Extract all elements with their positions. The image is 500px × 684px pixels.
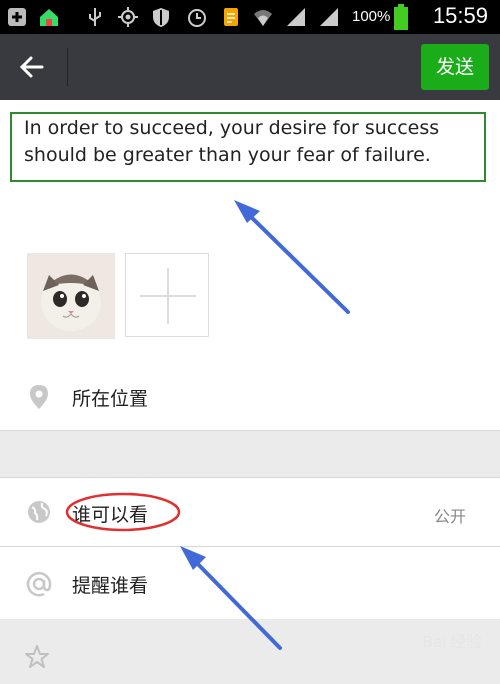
- send-button[interactable]: 发送: [421, 44, 489, 90]
- location-pin-icon: [30, 385, 48, 409]
- visibility-value: 公开: [433, 507, 466, 526]
- signal-icon: [287, 8, 305, 26]
- globe-icon: [28, 501, 50, 523]
- toolbar-divider: [67, 48, 68, 86]
- kitten-image: [27, 253, 115, 339]
- usb-icon: [89, 8, 101, 26]
- battery-percent: 100%: [352, 8, 391, 25]
- house-icon: [40, 9, 58, 26]
- remind-label: 提醒谁看: [72, 575, 149, 597]
- section-gap: [0, 431, 500, 477]
- remind-row[interactable]: 提醒谁看: [0, 547, 500, 619]
- alarm-icon: [188, 9, 206, 27]
- compose-text-input[interactable]: In order to succeed, your desire for suc…: [10, 112, 486, 182]
- watermark: Bai 经验: [422, 634, 482, 651]
- file-icon: [224, 8, 238, 26]
- arrow-left-icon[interactable]: [14, 50, 54, 84]
- shield-icon: [153, 8, 169, 27]
- battery-icon: [394, 4, 408, 30]
- add-photo-button[interactable]: [125, 253, 209, 337]
- kitten-photo-thumbnail[interactable]: [27, 253, 115, 339]
- visibility-label: 谁可以看: [72, 504, 149, 526]
- signal-icon-2: [320, 8, 338, 26]
- clock: 15:59: [432, 3, 488, 28]
- blue-arrow-1: [244, 210, 350, 314]
- star-icon[interactable]: [24, 644, 50, 670]
- location-row[interactable]: 所在位置: [0, 364, 500, 430]
- plus-box-icon: [8, 8, 26, 26]
- visibility-row[interactable]: 谁可以看 公开: [0, 478, 500, 546]
- app-bar: 发送: [0, 34, 500, 100]
- gps-icon: [118, 7, 138, 27]
- status-bar: 100% 15:59: [0, 0, 500, 34]
- at-sign-icon: [26, 571, 52, 597]
- wifi-icon: [254, 10, 272, 26]
- blue-arrow-1-head: [234, 200, 260, 223]
- location-label: 所在位置: [72, 388, 149, 410]
